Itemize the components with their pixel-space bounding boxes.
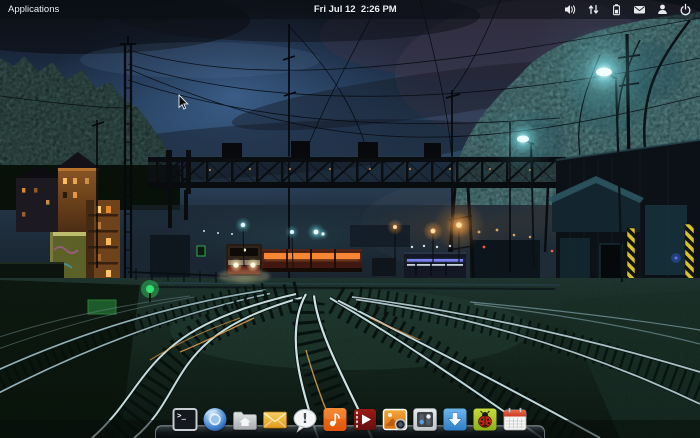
dock-item-calendar[interactable] xyxy=(502,406,529,433)
desktop: Applications Fri Jul 12 2:26 PM xyxy=(0,0,700,438)
dock-item-music[interactable] xyxy=(322,406,349,433)
dock-item-videos[interactable] xyxy=(352,406,379,433)
download-arrow-icon xyxy=(442,406,469,433)
photos-icon xyxy=(382,406,409,433)
top-panel: Applications Fri Jul 12 2:26 PM xyxy=(0,0,700,19)
terminal-icon: >_ xyxy=(172,406,199,433)
indicator-user[interactable] xyxy=(651,0,674,19)
indicator-volume[interactable] xyxy=(559,0,582,19)
browser-icon xyxy=(202,406,229,433)
music-note-icon xyxy=(322,406,349,433)
videos-play-icon xyxy=(352,406,379,433)
indicator-battery[interactable] xyxy=(605,0,628,19)
svg-text:>_: >_ xyxy=(177,411,187,420)
dock-item-software-updates[interactable] xyxy=(442,406,469,433)
volume-icon xyxy=(564,3,577,16)
files-folder-icon xyxy=(232,406,259,433)
dock-item-system-settings[interactable] xyxy=(412,406,439,433)
dock-item-terminal[interactable]: >_ xyxy=(172,406,199,433)
network-arrows-icon xyxy=(587,3,600,16)
messages-bubble-icon: ! xyxy=(292,406,319,433)
battery-icon xyxy=(610,3,623,16)
svg-text:!: ! xyxy=(302,412,308,427)
dock-item-photos[interactable] xyxy=(382,406,409,433)
indicator-area xyxy=(559,0,700,19)
settings-switches-icon xyxy=(412,406,439,433)
calendar-icon xyxy=(502,406,529,433)
mail-icon xyxy=(262,406,289,433)
indicator-network[interactable] xyxy=(582,0,605,19)
wallpaper xyxy=(0,0,700,438)
ladybug-icon xyxy=(472,406,499,433)
user-icon xyxy=(656,3,669,16)
dock-icons: >_ xyxy=(172,406,529,433)
dock: >_ xyxy=(0,396,700,438)
clock-label: Fri Jul 12 2:26 PM xyxy=(314,4,397,15)
dock-item-mail[interactable] xyxy=(262,406,289,433)
mail-envelope-icon xyxy=(633,3,646,16)
power-icon xyxy=(679,3,692,16)
clock[interactable]: Fri Jul 12 2:26 PM xyxy=(303,0,396,26)
applications-menu[interactable]: Applications xyxy=(0,0,67,19)
applications-label: Applications xyxy=(8,4,59,15)
dock-item-web-browser[interactable] xyxy=(202,406,229,433)
indicator-mail[interactable] xyxy=(628,0,651,19)
dock-item-files[interactable] xyxy=(232,406,259,433)
dock-item-bug-reporter[interactable] xyxy=(472,406,499,433)
dock-item-messages[interactable]: ! xyxy=(292,406,319,433)
indicator-power[interactable] xyxy=(674,0,697,19)
